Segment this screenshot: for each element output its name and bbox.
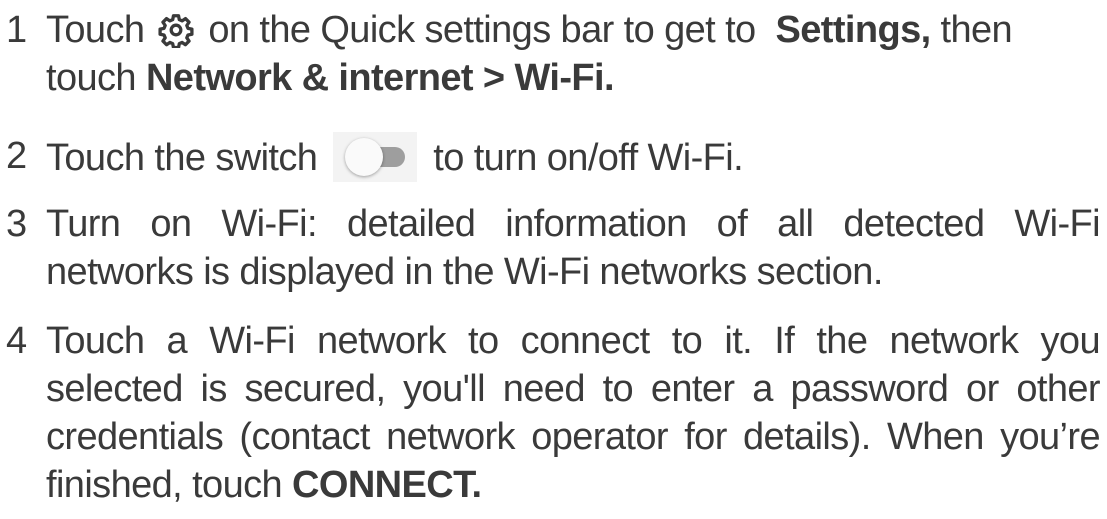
step-body: Touch the switch to turn on/off Wi-Fi. bbox=[46, 132, 1100, 182]
step-number: 1 bbox=[6, 9, 27, 51]
step-text: then bbox=[940, 9, 1013, 51]
settings-label: Settings, bbox=[775, 9, 932, 51]
step-text: Touch the switch bbox=[46, 137, 318, 179]
step-text: touch bbox=[46, 57, 137, 99]
step-text: on the Quick settings bar to get to bbox=[208, 9, 756, 51]
step-line: Touch on the Quick settings bar to get t… bbox=[46, 6, 1100, 54]
step-number: 4 bbox=[6, 320, 27, 362]
connect-label: CONNECT. bbox=[292, 464, 482, 506]
step-number: 3 bbox=[6, 203, 27, 245]
gear-icon bbox=[158, 14, 194, 48]
step-line: Turn on Wi-Fi: detailed information of a… bbox=[46, 203, 1101, 245]
step-text: Touch bbox=[46, 9, 145, 51]
step-line: selected is secured, you'll need to ente… bbox=[46, 368, 1101, 410]
wifi-path-label: Network & internet > Wi-Fi. bbox=[145, 57, 615, 99]
step-line: networks is displayed in the Wi-Fi netwo… bbox=[46, 251, 883, 293]
step-line: finished, touch CONNECT. bbox=[46, 461, 1100, 509]
step-line: credentials (contact network operator fo… bbox=[46, 416, 1101, 458]
step-body: Turn on Wi-Fi: detailed information of a… bbox=[46, 200, 1101, 296]
switch-knob bbox=[345, 138, 384, 176]
step-body: Touch on the Quick settings bar to get t… bbox=[46, 6, 1100, 102]
toggle-switch-icon bbox=[333, 132, 418, 182]
step-body: Touch a Wi-Fi network to connect to it. … bbox=[46, 317, 1101, 509]
step-number: 2 bbox=[6, 135, 27, 177]
step-text: to turn on/off Wi-Fi. bbox=[433, 137, 744, 179]
step-line: Touch the switch to turn on/off Wi-Fi. bbox=[46, 132, 1100, 182]
step-line: Touch a Wi-Fi network to connect to it. … bbox=[46, 320, 1101, 362]
step-line: touch Network & internet > Wi-Fi. bbox=[46, 54, 1100, 102]
step-text: finished, touch bbox=[46, 464, 283, 506]
